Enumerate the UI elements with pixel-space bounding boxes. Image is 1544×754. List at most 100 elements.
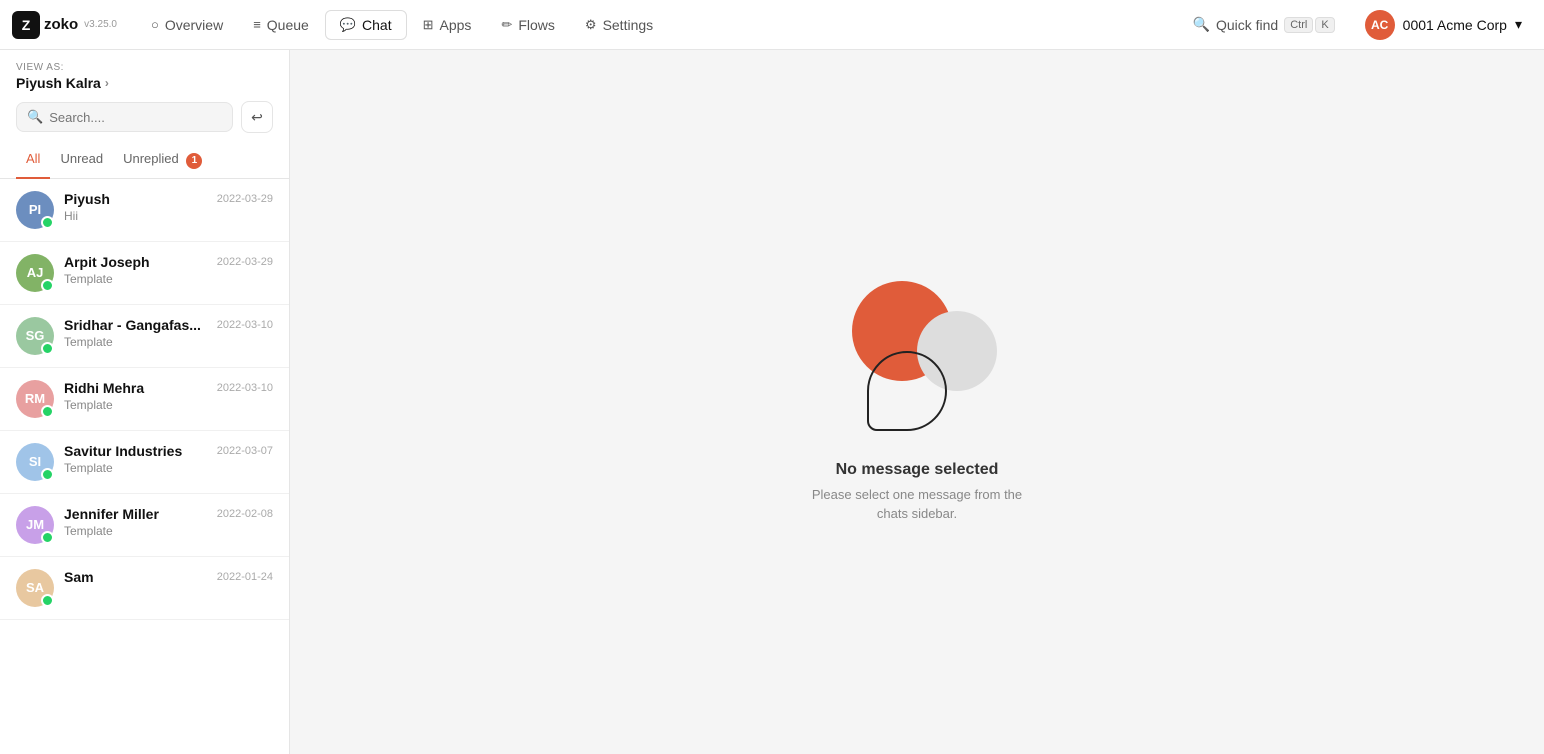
whatsapp-dot (41, 405, 54, 418)
keyboard-shortcut: Ctrl K (1284, 17, 1334, 33)
account-avatar: AC (1365, 10, 1395, 40)
chevron-down-icon: ▾ (1515, 16, 1522, 33)
chat-name: Arpit Joseph (64, 254, 150, 270)
nav-item-overview[interactable]: ○ Overview (137, 11, 237, 39)
chat-preview: Template (64, 335, 273, 349)
chat-item[interactable]: SA Sam 2022-01-24 (0, 557, 289, 620)
chat-content: Jennifer Miller 2022-02-08 Template (64, 506, 273, 538)
apps-icon: ⊞ (423, 17, 434, 33)
chat-date: 2022-03-10 (217, 319, 273, 331)
unreplied-badge: 1 (186, 153, 202, 169)
nav-items: ○ Overview ≡ Queue 💬 Chat ⊞ Apps ✏ Flows… (137, 10, 1185, 40)
chat-item[interactable]: AJ Arpit Joseph 2022-03-29 Template (0, 242, 289, 305)
chat-content: Savitur Industries 2022-03-07 Template (64, 443, 273, 475)
chat-preview: Template (64, 461, 273, 475)
nav-item-chat[interactable]: 💬 Chat (325, 10, 407, 40)
whatsapp-dot (41, 216, 54, 229)
chat-content: Arpit Joseph 2022-03-29 Template (64, 254, 273, 286)
search-icon: 🔍 (1193, 16, 1210, 33)
quick-find-button[interactable]: 🔍 Quick find Ctrl K (1185, 12, 1343, 37)
k-key: K (1315, 17, 1334, 33)
view-as-username: Piyush Kalra (16, 75, 101, 91)
logo-version: v3.25.0 (84, 19, 117, 30)
avatar: RM (16, 380, 54, 418)
chat-preview: Template (64, 398, 273, 412)
overview-icon: ○ (151, 17, 159, 32)
empty-state-subtitle: Please select one message from thechats … (812, 485, 1022, 524)
quick-find-label: Quick find (1216, 17, 1278, 33)
chat-item[interactable]: JM Jennifer Miller 2022-02-08 Template (0, 494, 289, 557)
chat-preview: Hii (64, 209, 273, 223)
chat-content: Ridhi Mehra 2022-03-10 Template (64, 380, 273, 412)
main-content: VIEW AS: Piyush Kalra › 🔍 ↩ All Unread (0, 50, 1544, 754)
chat-content: Piyush 2022-03-29 Hii (64, 191, 273, 223)
nav-label-flows: Flows (518, 17, 555, 33)
whatsapp-dot (41, 594, 54, 607)
search-icon: 🔍 (27, 109, 43, 125)
account-button[interactable]: AC 0001 Acme Corp ▾ (1355, 6, 1532, 44)
chat-name: Ridhi Mehra (64, 380, 144, 396)
avatar: SI (16, 443, 54, 481)
nav-right: 🔍 Quick find Ctrl K AC 0001 Acme Corp ▾ (1185, 6, 1532, 44)
settings-icon: ⚙ (585, 17, 597, 33)
chat-item[interactable]: RM Ridhi Mehra 2022-03-10 Template (0, 368, 289, 431)
sidebar: VIEW AS: Piyush Kalra › 🔍 ↩ All Unread (0, 50, 290, 754)
avatar: SA (16, 569, 54, 607)
logo-icon: Z (12, 11, 40, 39)
chat-name: Jennifer Miller (64, 506, 159, 522)
chat-date: 2022-03-10 (217, 382, 273, 394)
chat-name: Sridhar - Gangafas... (64, 317, 201, 333)
chat-item[interactable]: PI Piyush 2022-03-29 Hii (0, 179, 289, 242)
logo-name: zoko (44, 16, 78, 33)
search-input[interactable] (49, 110, 222, 125)
nav-item-queue[interactable]: ≡ Queue (239, 11, 323, 39)
top-navigation: Z zoko v3.25.0 ○ Overview ≡ Queue 💬 Chat… (0, 0, 1544, 50)
nav-label-apps: Apps (440, 17, 472, 33)
avatar: AJ (16, 254, 54, 292)
chat-item[interactable]: SI Savitur Industries 2022-03-07 Templat… (0, 431, 289, 494)
avatar: PI (16, 191, 54, 229)
chevron-right-icon: › (105, 76, 109, 90)
compose-button[interactable]: ↩ (241, 101, 273, 133)
nav-item-apps[interactable]: ⊞ Apps (409, 11, 486, 39)
flows-icon: ✏ (501, 17, 512, 33)
chat-content: Sam 2022-01-24 (64, 569, 273, 587)
chat-illustration (837, 281, 997, 441)
compose-icon: ↩ (251, 109, 263, 126)
chat-list: PI Piyush 2022-03-29 Hii AJ Arpit Joseph… (0, 179, 289, 754)
avatar: JM (16, 506, 54, 544)
chat-date: 2022-03-07 (217, 445, 273, 457)
nav-item-settings[interactable]: ⚙ Settings (571, 11, 667, 39)
chat-name: Piyush (64, 191, 110, 207)
chat-preview: Template (64, 524, 273, 538)
bubble-outline (867, 351, 947, 431)
empty-state: No message selected Please select one me… (290, 50, 1544, 754)
nav-label-settings: Settings (603, 17, 654, 33)
whatsapp-dot (41, 531, 54, 544)
queue-icon: ≡ (253, 17, 261, 32)
chat-date: 2022-03-29 (217, 193, 273, 205)
nav-item-flows[interactable]: ✏ Flows (487, 11, 568, 39)
chat-content: Sridhar - Gangafas... 2022-03-10 Templat… (64, 317, 273, 349)
whatsapp-dot (41, 342, 54, 355)
chat-icon: 💬 (340, 17, 356, 33)
chat-date: 2022-01-24 (217, 571, 273, 583)
nav-label-chat: Chat (362, 17, 392, 33)
account-name: 0001 Acme Corp (1403, 17, 1507, 33)
sidebar-header: VIEW AS: Piyush Kalra › 🔍 ↩ (0, 50, 289, 143)
ctrl-key: Ctrl (1284, 17, 1313, 33)
whatsapp-dot (41, 279, 54, 292)
logo: Z zoko v3.25.0 (12, 11, 117, 39)
tab-unread[interactable]: Unread (50, 143, 113, 179)
tab-unreplied[interactable]: Unreplied 1 (113, 143, 212, 179)
chat-date: 2022-03-29 (217, 256, 273, 268)
search-box[interactable]: 🔍 (16, 102, 233, 132)
chat-name: Savitur Industries (64, 443, 182, 459)
tabs: All Unread Unreplied 1 (0, 143, 289, 179)
view-as-user[interactable]: Piyush Kalra › (16, 75, 273, 91)
chat-name: Sam (64, 569, 94, 585)
chat-preview: Template (64, 272, 273, 286)
chat-item[interactable]: SG Sridhar - Gangafas... 2022-03-10 Temp… (0, 305, 289, 368)
chat-date: 2022-02-08 (217, 508, 273, 520)
tab-all[interactable]: All (16, 143, 50, 179)
